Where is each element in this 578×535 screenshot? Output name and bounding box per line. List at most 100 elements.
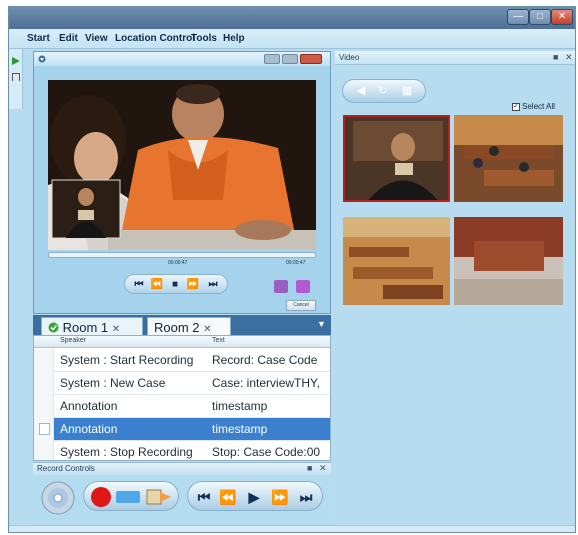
- record-controls-header: Record Controls ■ ✕: [33, 462, 331, 475]
- table-row-selected[interactable]: Annotation timestamp: [34, 418, 330, 441]
- menu-bar: Start Edit View Location Control Tools H…: [9, 29, 575, 49]
- time-current: 00:00:47: [168, 260, 188, 266]
- check-circle-icon: [48, 322, 59, 333]
- row-gutter: [34, 395, 54, 418]
- cell-speaker: System : Stop Recording: [60, 445, 193, 459]
- volume-icon[interactable]: [274, 280, 288, 293]
- first-icon[interactable]: ⏮: [194, 488, 214, 506]
- cell-text: timestamp: [212, 422, 268, 436]
- forward-icon[interactable]: ⏩: [270, 488, 290, 506]
- camera-feed: [345, 117, 448, 200]
- table-row[interactable]: System : Start Recording Record: Case Co…: [34, 349, 330, 372]
- time-end: 00:00:47: [286, 260, 306, 266]
- select-all-checkbox[interactable]: ✓: [512, 102, 520, 111]
- cell-speaker: Annotation: [60, 422, 118, 436]
- camera-feed: [454, 115, 563, 202]
- stop-icon[interactable]: ■: [167, 278, 183, 291]
- row-gutter: [34, 418, 54, 441]
- last-icon[interactable]: ⏭: [205, 278, 221, 291]
- room-tabs: Room 1 ✕ Room 2 ✕ ▼: [33, 315, 331, 335]
- panel-maximize-button[interactable]: [282, 54, 298, 64]
- close-button[interactable]: ✕: [551, 9, 573, 25]
- dropdown-icon[interactable]: [38, 55, 46, 63]
- tab-room-2[interactable]: Room 2 ✕: [147, 317, 231, 335]
- panel-close-button[interactable]: [300, 54, 322, 64]
- row-gutter: [34, 372, 54, 395]
- chevron-down-icon[interactable]: ▼: [317, 319, 326, 329]
- row-gutter: [34, 349, 54, 372]
- video-panel-title: Video: [339, 53, 360, 62]
- cell-text: Case: interviewTHY,: [212, 376, 320, 390]
- tab-label: Room 1: [62, 320, 109, 335]
- pin-icon[interactable]: ■: [307, 463, 312, 473]
- last-icon[interactable]: ⏭: [296, 488, 316, 506]
- record-pill: [83, 481, 179, 511]
- document-icon[interactable]: [12, 73, 20, 81]
- cancel-button[interactable]: Cancel: [286, 300, 316, 311]
- timeline-slider[interactable]: [48, 252, 316, 258]
- row-gutter: [34, 441, 54, 460]
- close-tab-icon[interactable]: ✕: [203, 324, 211, 335]
- close-icon[interactable]: ✕: [565, 52, 573, 63]
- refresh-icon[interactable]: ↻: [375, 84, 391, 98]
- status-bar: [9, 525, 575, 532]
- column-speaker[interactable]: Speaker: [60, 337, 86, 344]
- camera-thumbnail-4[interactable]: [454, 217, 563, 305]
- video-toolbar: ◀ ↻ ▦: [342, 79, 426, 103]
- menu-view[interactable]: View: [85, 33, 108, 44]
- cell-text: Stop: Case Code:00: [212, 445, 321, 459]
- tab-room-1[interactable]: Room 1 ✕: [41, 317, 143, 335]
- cell-text: timestamp: [212, 399, 268, 413]
- table-header: Speaker Text: [34, 336, 330, 348]
- select-all-label: Select All: [522, 102, 555, 111]
- menu-tools[interactable]: Tools: [191, 33, 217, 44]
- play-icon[interactable]: [12, 57, 20, 65]
- cell-speaker: System : Start Recording: [60, 353, 194, 367]
- pin-icon[interactable]: ■: [553, 52, 558, 62]
- menu-edit[interactable]: Edit: [59, 33, 78, 44]
- column-text[interactable]: Text: [212, 337, 225, 344]
- forward-icon[interactable]: ⏩: [185, 278, 201, 291]
- record-controls: ⏮ ⏪ ▶ ⏩ ⏭: [33, 475, 331, 521]
- camera-thumbnail-1[interactable]: [343, 115, 450, 202]
- cell-speaker: Annotation: [60, 399, 118, 413]
- fullscreen-icon[interactable]: [296, 280, 310, 293]
- video-frame: [48, 80, 316, 250]
- title-bar: — □ ✕: [9, 7, 575, 29]
- play-icon[interactable]: ▶: [244, 488, 264, 506]
- player-titlebar: [34, 52, 330, 66]
- camera-thumbnail-3[interactable]: [343, 217, 450, 305]
- player-transport: ⏮ ⏪ ■ ⏩ ⏭: [124, 274, 228, 294]
- minimize-button[interactable]: —: [507, 9, 529, 25]
- menu-start[interactable]: Start: [27, 33, 50, 44]
- export-icon[interactable]: [146, 488, 172, 506]
- select-all[interactable]: ✓ Select All: [512, 102, 555, 111]
- record-controls-title: Record Controls: [37, 464, 95, 473]
- close-tab-icon[interactable]: ✕: [112, 324, 120, 335]
- panel-minimize-button[interactable]: [264, 54, 280, 64]
- record-level-bar: [116, 491, 140, 503]
- main-video[interactable]: [48, 80, 316, 250]
- close-icon[interactable]: ✕: [319, 463, 327, 474]
- row-checkbox[interactable]: [39, 423, 50, 435]
- left-toolstrip: [9, 49, 23, 109]
- first-icon[interactable]: ⏮: [131, 278, 147, 291]
- speaker-icon[interactable]: ◀: [353, 84, 369, 98]
- layout-icon[interactable]: ▦: [399, 84, 415, 98]
- cell-speaker: System : New Case: [60, 376, 166, 390]
- maximize-button[interactable]: □: [529, 9, 551, 25]
- player-panel: 00:00:47 00:00:47 ⏮ ⏪ ■ ⏩ ⏭ Cancel: [33, 51, 331, 314]
- menu-help[interactable]: Help: [223, 33, 245, 44]
- record-icon[interactable]: [90, 486, 112, 508]
- menu-location-control[interactable]: Location Control: [115, 33, 195, 44]
- table-row[interactable]: Annotation timestamp: [34, 395, 330, 418]
- disc-icon[interactable]: [41, 481, 75, 515]
- rewind-icon[interactable]: ⏪: [218, 488, 238, 506]
- video-panel-header: Video ■ ✕: [335, 51, 575, 65]
- rewind-icon[interactable]: ⏪: [149, 278, 165, 291]
- log-table: Speaker Text System : Start Recording Re…: [33, 335, 331, 461]
- table-row[interactable]: System : New Case Case: interviewTHY,: [34, 372, 330, 395]
- camera-thumbnail-2[interactable]: [454, 115, 563, 202]
- app-window: — □ ✕ Start Edit View Location Control T…: [8, 6, 576, 533]
- table-row[interactable]: System : Stop Recording Stop: Case Code:…: [34, 441, 330, 460]
